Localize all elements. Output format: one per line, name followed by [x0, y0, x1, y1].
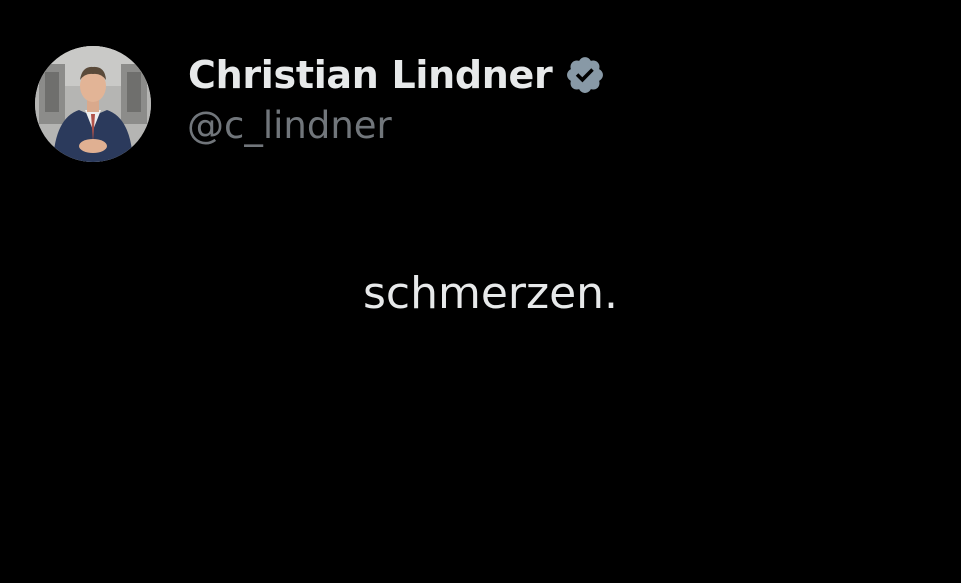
display-name[interactable]: Christian Lindner — [188, 53, 553, 97]
profile-photo-icon — [35, 46, 151, 162]
author-name-row: Christian Lindner — [188, 50, 606, 100]
avatar[interactable] — [35, 46, 151, 162]
verified-badge-icon[interactable] — [564, 54, 606, 96]
author-handle[interactable]: @c_lindner — [187, 104, 392, 147]
tweet-text: schmerzen. — [362, 268, 619, 319]
